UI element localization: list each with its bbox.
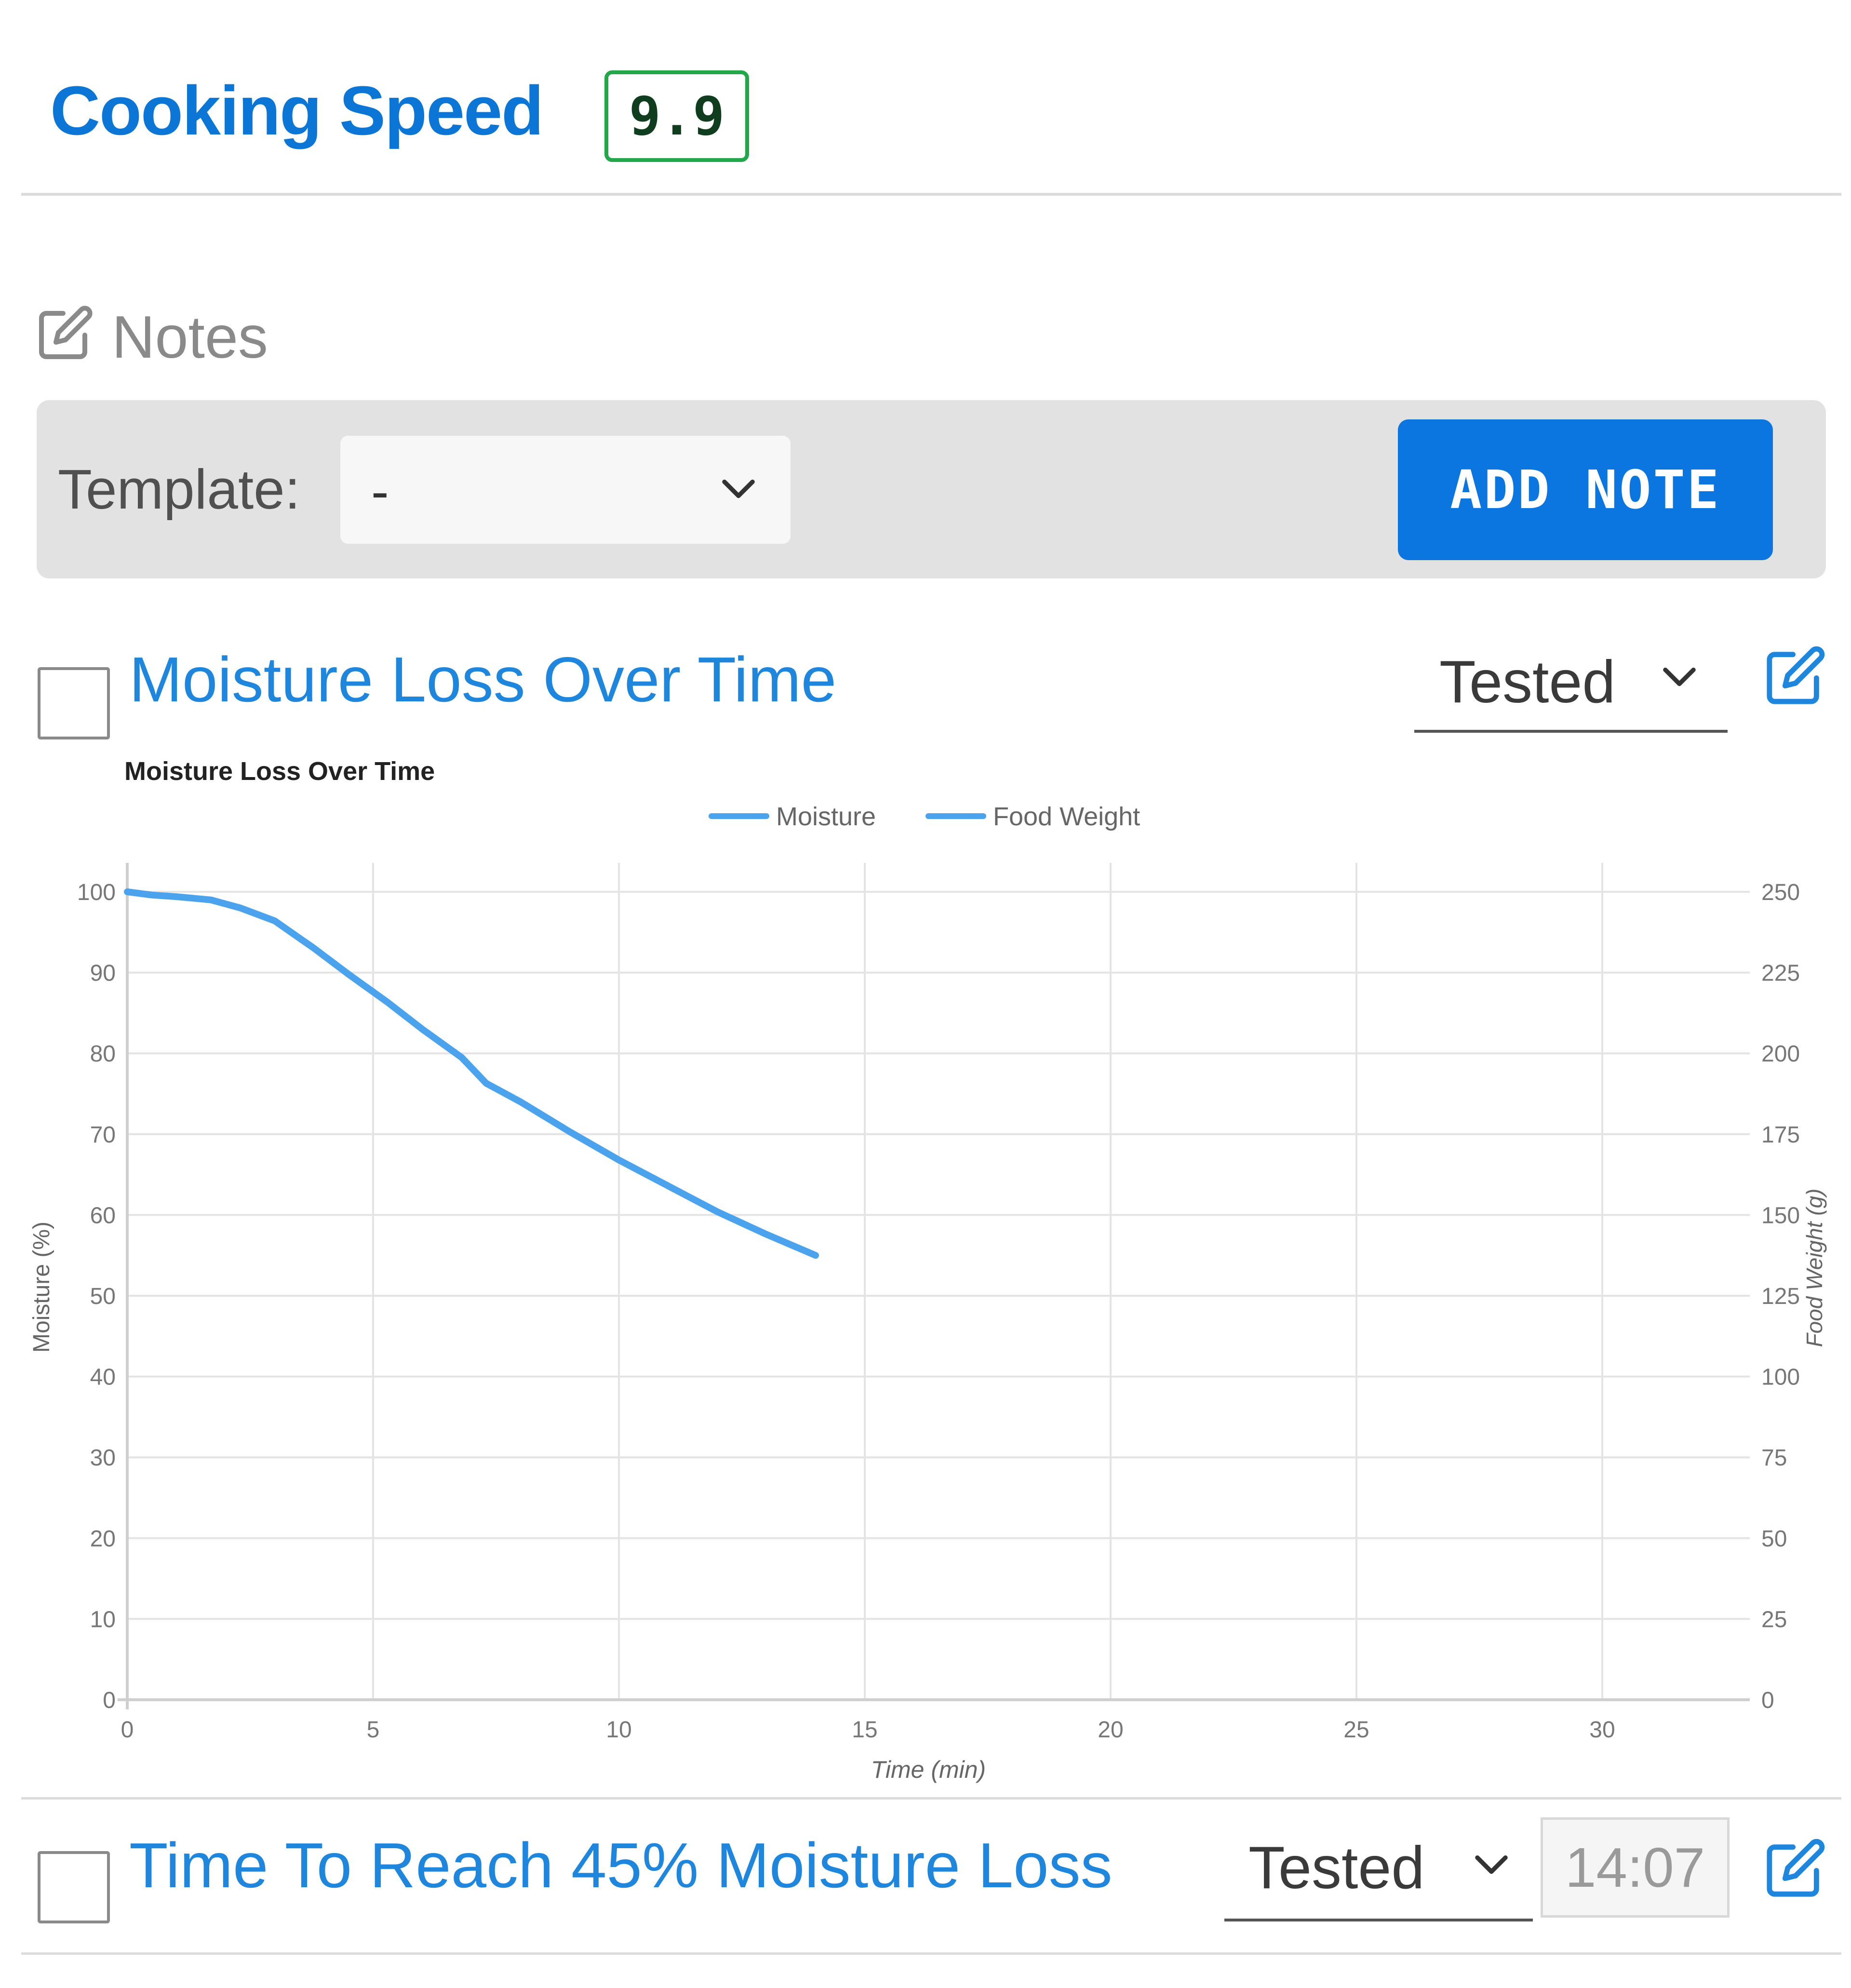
y2-tick-label: 100 bbox=[1761, 1365, 1800, 1390]
x-tick-label: 25 bbox=[1343, 1717, 1369, 1743]
template-select-value: - bbox=[371, 462, 389, 521]
chart-legend: Moisture Food Weight bbox=[709, 802, 1140, 831]
y-tick-label: 40 bbox=[90, 1365, 116, 1390]
y2-tick-label: 250 bbox=[1761, 880, 1800, 905]
y-tick-label: 0 bbox=[103, 1688, 116, 1713]
y-tick-label: 60 bbox=[90, 1203, 116, 1228]
chevron-down-icon bbox=[1475, 1855, 1508, 1874]
page-title: Cooking Speed bbox=[50, 72, 544, 149]
x-tick-label: 20 bbox=[1098, 1717, 1123, 1743]
y-tick-label: 10 bbox=[90, 1607, 116, 1632]
x-tick-label: 30 bbox=[1589, 1717, 1615, 1743]
legend-label-food-weight: Food Weight bbox=[993, 802, 1140, 831]
chevron-down-icon bbox=[1663, 667, 1696, 686]
divider bbox=[21, 1797, 1841, 1800]
divider bbox=[21, 1952, 1841, 1955]
x-axis-label: Time (min) bbox=[871, 1756, 986, 1783]
notes-heading: Notes bbox=[112, 304, 268, 371]
chevron-down-icon bbox=[722, 479, 755, 498]
series-line-moisture bbox=[124, 888, 819, 1259]
y-tick-label: 20 bbox=[90, 1526, 116, 1552]
y-tick-label: 50 bbox=[90, 1284, 116, 1309]
time-value-field[interactable]: 14:07 bbox=[1541, 1817, 1730, 1918]
add-note-button[interactable]: ADD NOTE bbox=[1398, 419, 1773, 560]
score-badge: 9.9 bbox=[604, 70, 749, 162]
y2-tick-label: 200 bbox=[1761, 1041, 1800, 1067]
x-tick-label: 0 bbox=[121, 1717, 134, 1743]
x-tick-label: 10 bbox=[606, 1717, 631, 1743]
y2-tick-label: 125 bbox=[1761, 1284, 1800, 1309]
item-checkbox[interactable] bbox=[38, 1851, 110, 1923]
item-checkbox[interactable] bbox=[38, 667, 110, 739]
y-tick-label: 90 bbox=[90, 961, 116, 986]
y2-tick-label: 25 bbox=[1761, 1607, 1787, 1632]
chart-series bbox=[124, 888, 819, 1259]
moisture-loss-chart: Moisture Loss Over Time Moisture Food We… bbox=[29, 757, 1827, 1783]
y-tick-label: 80 bbox=[90, 1041, 116, 1067]
chart-axes bbox=[118, 863, 1750, 1709]
item-title-moisture-loss[interactable]: Moisture Loss Over Time bbox=[129, 641, 836, 718]
y-tick-label: 100 bbox=[77, 880, 116, 905]
y2-tick-label: 50 bbox=[1761, 1526, 1787, 1552]
y2-tick-label: 175 bbox=[1761, 1122, 1800, 1148]
y2-tick-label: 225 bbox=[1761, 961, 1800, 986]
chart-ticks: 0102030405060708090100025507510012515017… bbox=[77, 880, 1800, 1743]
status-select-value: Tested bbox=[1439, 649, 1616, 715]
x-tick-label: 5 bbox=[367, 1717, 380, 1743]
status-select-value: Tested bbox=[1248, 1835, 1425, 1901]
divider bbox=[21, 193, 1841, 196]
template-label: Template: bbox=[58, 458, 300, 521]
edit-icon[interactable] bbox=[1764, 644, 1827, 707]
y-tick-label: 70 bbox=[90, 1122, 116, 1148]
edit-note-icon bbox=[39, 306, 93, 359]
y2-axis-label: Food Weight (g) bbox=[1802, 1189, 1827, 1347]
edit-icon[interactable] bbox=[1764, 1837, 1827, 1899]
y2-tick-label: 0 bbox=[1761, 1688, 1774, 1713]
y-tick-label: 30 bbox=[90, 1445, 116, 1471]
y2-tick-label: 150 bbox=[1761, 1203, 1800, 1228]
x-tick-label: 15 bbox=[852, 1717, 877, 1743]
legend-label-moisture: Moisture bbox=[776, 802, 876, 831]
y2-tick-label: 75 bbox=[1761, 1445, 1787, 1471]
item-title-time-to-45[interactable]: Time To Reach 45% Moisture Loss bbox=[129, 1827, 1113, 1904]
chart-title: Moisture Loss Over Time bbox=[124, 757, 435, 786]
y-axis-label: Moisture (%) bbox=[29, 1222, 54, 1353]
